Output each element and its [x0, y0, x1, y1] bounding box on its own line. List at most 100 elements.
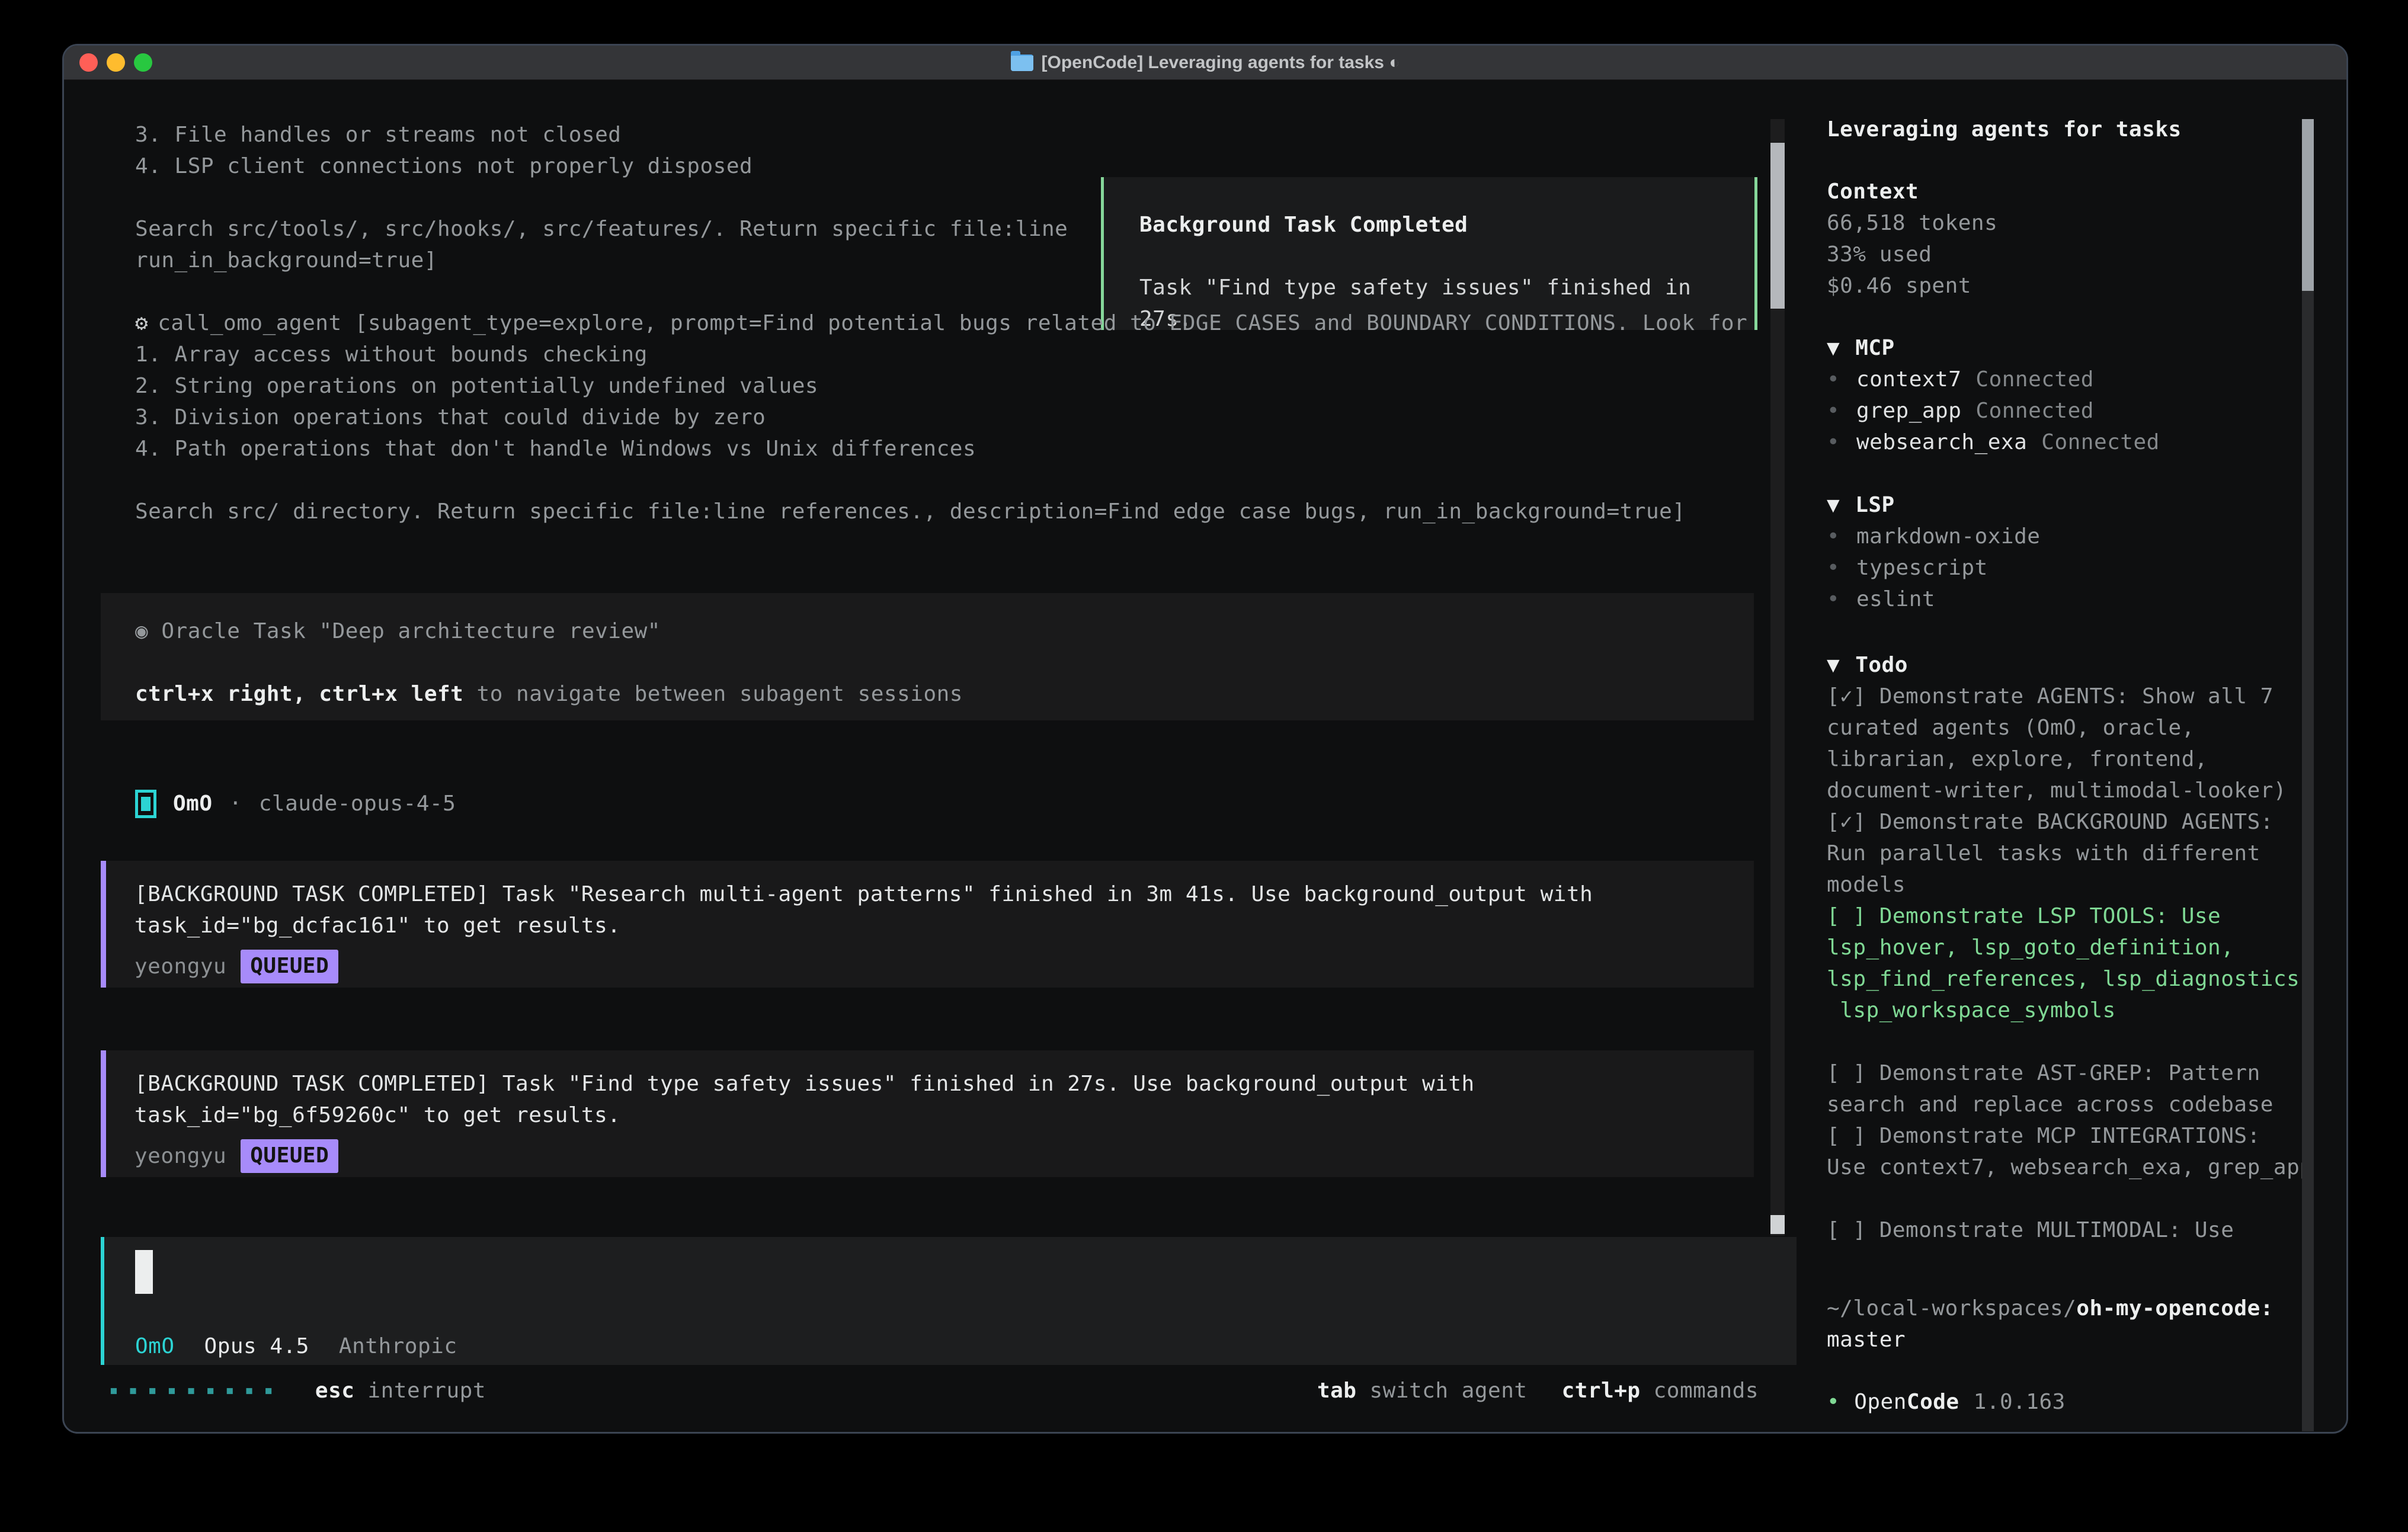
message-line1: [BACKGROUND TASK COMPLETED] Task "Resear… [135, 879, 1754, 910]
workspace-path: ~/local-workspaces/oh-my-opencode: [1827, 1293, 2348, 1324]
text-cursor [135, 1250, 153, 1294]
agent-model: claude-opus-4-5 [259, 788, 456, 819]
message-author: yeongyu [135, 1140, 226, 1172]
agent-name: OmO [173, 788, 213, 819]
mcp-item: •grep_appConnected [1827, 395, 2348, 427]
scrollback-text-tool: 1. Array access without bounds checking … [135, 339, 1770, 527]
lsp-item-name: markdown-oxide [1856, 521, 2040, 552]
app-version: 1.0.163 [1974, 1386, 2066, 1418]
activity-dots-icon: ▪▪▪▪▪▪▪▪▪ [109, 1375, 283, 1406]
status-badge: QUEUED [241, 1139, 338, 1173]
sidebar-scrollbar-track[interactable] [2302, 119, 2314, 1431]
bullet-icon: • [1827, 552, 1842, 584]
status-badge: QUEUED [241, 950, 338, 983]
statusbar-right: tab switch agent ctrl+pcommands [1317, 1375, 1759, 1406]
collapse-triangle-icon: ▼ [1827, 332, 1840, 364]
input-agent-name[interactable]: OmO [135, 1331, 175, 1362]
lsp-item: • typescript [1827, 552, 2348, 584]
switch-agent-label: switch agent [1369, 1375, 1527, 1406]
sidebar-scrollbar-thumb[interactable] [2302, 119, 2314, 291]
lsp-item: • eslint [1827, 584, 2348, 615]
tab-key-label: tab [1317, 1375, 1357, 1406]
terminal-content: 3. File handles or streams not closed 4.… [64, 81, 2346, 1432]
todo-item-pending: [ ] Demonstrate AST-GREP: Pattern search… [1827, 1057, 2348, 1120]
esc-key-label: esc [315, 1375, 355, 1406]
app-window: [OpenCode] Leveraging agents for tasks ◐… [62, 44, 2348, 1434]
context-spent: $0.46 spent [1827, 270, 2348, 302]
bullet-icon: • [1827, 364, 1842, 395]
prompt-input[interactable]: OmO Opus 4.5 Anthropic [101, 1237, 1797, 1365]
toast-title: Background Task Completed [1139, 209, 1754, 241]
bullet-icon: • [1827, 427, 1842, 458]
minimize-window-button[interactable] [107, 53, 125, 72]
lsp-item-name: typescript [1856, 552, 1988, 584]
bullet-icon: • [1827, 521, 1842, 552]
workspace-branch: master [1827, 1324, 2348, 1355]
oracle-task-box: ◉ Oracle Task "Deep architecture review"… [101, 593, 1754, 720]
collapse-triangle-icon: ▼ [1827, 489, 1840, 521]
statusbar-left: ▪▪▪▪▪▪▪▪▪ esc interrupt [109, 1375, 486, 1406]
oracle-task-line: ◉ Oracle Task "Deep architecture review" [135, 616, 1754, 647]
lsp-heading: LSP [1855, 489, 1895, 521]
input-provider-name: Anthropic [339, 1331, 457, 1362]
oracle-hint-text: to navigate between subagent sessions [463, 682, 963, 706]
mcp-item-status: Connected [2041, 427, 2160, 458]
todo-heading: Todo [1855, 649, 1908, 681]
todo-item-active: [ ] Demonstrate LSP TOOLS: Use lsp_hover… [1827, 900, 2348, 1026]
mcp-section-header[interactable]: ▼ MCP [1827, 332, 2348, 364]
collapse-triangle-icon: ▼ [1827, 649, 1840, 681]
message-line1: [BACKGROUND TASK COMPLETED] Task "Find t… [135, 1068, 1754, 1100]
switch-agent-hint: tab switch agent [1317, 1375, 1528, 1406]
todo-item-done: [✓] Demonstrate BACKGROUND AGENTS: Run p… [1827, 806, 2348, 900]
message-line2: task_id="bg_dcfac161" to get results. [135, 910, 1754, 941]
mcp-item: • websearch_exa Connected [1827, 427, 2348, 458]
message-line2: task_id="bg_6f59260c" to get results. [135, 1100, 1754, 1131]
message-block: [BACKGROUND TASK COMPLETED] Task "Find t… [101, 1050, 1754, 1177]
bullet-icon: • [1827, 1386, 1840, 1418]
sidebar-session-title: Leveraging agents for tasks [1827, 114, 2348, 145]
title-bar[interactable]: [OpenCode] Leveraging agents for tasks ◐ [64, 46, 2346, 80]
main-scrollbar-marker [1770, 1215, 1785, 1234]
agent-separator: · [229, 788, 242, 819]
todo-item-pending: [ ] Demonstrate MCP INTEGRATIONS: Use co… [1827, 1120, 2348, 1183]
lsp-item-name: eslint [1856, 584, 1935, 615]
todo-item-pending: [ ] Demonstrate MULTIMODAL: Use [1827, 1214, 2348, 1246]
context-heading: Context [1827, 176, 2348, 207]
interrupt-label: interrupt [367, 1375, 486, 1406]
interrupt-hint: esc interrupt [315, 1375, 486, 1406]
mcp-heading: MCP [1855, 332, 1895, 364]
lsp-section-header[interactable]: ▼ LSP [1827, 489, 2348, 521]
todo-section-header[interactable]: ▼ Todo [1827, 649, 2348, 681]
folder-icon [1011, 55, 1033, 71]
window-title-text: [OpenCode] Leveraging agents for tasks ◐ [1042, 53, 1400, 73]
oracle-hint-keys: ctrl+x right, ctrl+x left [135, 682, 463, 706]
commands-hint: ctrl+pcommands [1562, 1375, 1759, 1406]
context-used: 33% used [1827, 239, 2348, 270]
oracle-task-text: Oracle Task "Deep architecture review" [161, 619, 661, 643]
context-tokens: 66,518 tokens [1827, 207, 2348, 239]
app-name: OpenCode [1854, 1386, 1959, 1418]
mcp-item-name: websearch_exa [1856, 427, 2027, 458]
workspace-repo: oh-my-opencode: [2076, 1296, 2273, 1321]
bullet-icon: • [1827, 395, 1842, 427]
gear-icon: ⚙ [135, 311, 148, 335]
traffic-lights [79, 53, 152, 72]
ctrlp-key-label: ctrl+p [1562, 1375, 1641, 1406]
workspace-path-prefix: ~/local-workspaces/ [1827, 1296, 2076, 1321]
window-title: [OpenCode] Leveraging agents for tasks ◐ [1011, 53, 1400, 73]
tool-call-text: call_omo_agent [subagent_type=explore, p… [158, 311, 1747, 335]
agent-session-line[interactable]: OmO · claude-opus-4-5 [135, 788, 456, 819]
mcp-item-name: context7 [1856, 364, 1961, 395]
todo-item-done: [✓] Demonstrate AGENTS: Show all 7 curat… [1827, 681, 2348, 806]
main-scrollbar-thumb[interactable] [1770, 143, 1785, 309]
close-window-button[interactable] [79, 53, 98, 72]
bullet-icon: • [1827, 584, 1842, 615]
version-line: • OpenCode 1.0.163 [1827, 1386, 2348, 1418]
maximize-window-button[interactable] [134, 53, 152, 72]
oracle-hint-line: ctrl+x right, ctrl+x left to navigate be… [135, 678, 1754, 710]
input-model-name[interactable]: Opus 4.5 [204, 1331, 309, 1362]
message-block: [BACKGROUND TASK COMPLETED] Task "Resear… [101, 861, 1754, 988]
main-scrollbar-track[interactable] [1770, 119, 1785, 1236]
mcp-item: •context7Connected [1827, 364, 2348, 395]
session-sidebar: Leveraging agents for tasks Context 66,5… [1827, 81, 2348, 1432]
